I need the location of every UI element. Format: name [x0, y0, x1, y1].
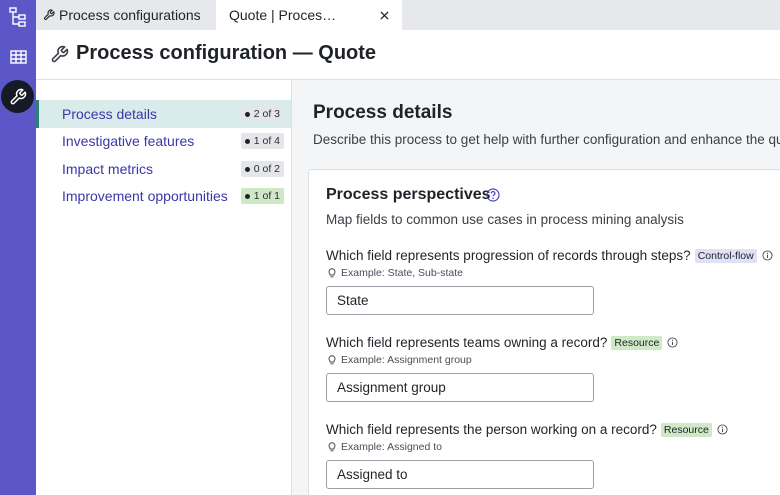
- tab-quote[interactable]: Quote | Process configuration: [216, 0, 402, 30]
- person-field-input[interactable]: [326, 460, 594, 489]
- question-example: Example: State, Sub-state: [328, 267, 463, 279]
- example-text: Example: State, Sub-state: [341, 267, 463, 279]
- app-rail: [0, 0, 36, 495]
- sidebar-item-label: Investigative features: [62, 133, 195, 149]
- tab-label: Process configurations: [59, 7, 201, 23]
- info-icon[interactable]: [667, 337, 678, 348]
- tab-bar: Process configurations Quote | Process c…: [36, 0, 780, 30]
- section-title: Process details: [313, 102, 453, 123]
- process-perspectives-card: Process perspectives Map fields to commo…: [308, 169, 780, 495]
- sidebar-item-improvement-opportunities[interactable]: Improvement opportunities 1 of 1: [36, 182, 291, 210]
- section-description: Describe this process to get help with f…: [313, 132, 780, 147]
- lightbulb-icon: [328, 268, 336, 278]
- page-header: Process configuration — Quote: [36, 30, 780, 80]
- question-label: Which field represents the person workin…: [326, 422, 657, 437]
- progress-badge: 1 of 4: [240, 133, 284, 149]
- lightbulb-icon: [328, 442, 336, 452]
- badge-text: 1 of 4: [253, 135, 280, 147]
- resource-tag: Resource: [611, 335, 663, 350]
- example-text: Example: Assigned to: [341, 441, 442, 453]
- config-sidebar: Process details 2 of 3 Investigative fea…: [36, 80, 292, 495]
- sidebar-item-label: Impact metrics: [62, 161, 154, 177]
- team-field-input[interactable]: [326, 373, 594, 402]
- process-map-button[interactable]: [0, 0, 36, 34]
- data-table-button[interactable]: [0, 40, 36, 74]
- sidebar-item-investigative-features[interactable]: Investigative features 1 of 4: [36, 127, 291, 155]
- wrench-icon: [50, 45, 69, 69]
- question-label: Which field represents teams owning a re…: [326, 335, 608, 350]
- progress-badge: 2 of 3: [240, 106, 284, 122]
- status-dot-icon: [244, 111, 250, 117]
- sidebar-item-impact-metrics[interactable]: Impact metrics 0 of 2: [36, 155, 291, 183]
- question-progression: Which field represents progression of re…: [326, 248, 773, 263]
- control-flow-tag: Control-flow: [694, 248, 757, 263]
- wrench-icon: [10, 88, 26, 104]
- configuration-button[interactable]: [1, 80, 34, 113]
- status-dot-icon: [244, 138, 250, 144]
- main-content: Process details Describe this process to…: [292, 80, 780, 495]
- badge-text: 1 of 1: [253, 190, 280, 202]
- question-example: Example: Assigned to: [328, 441, 442, 453]
- progress-badge: 0 of 2: [240, 161, 284, 177]
- question-label: Which field represents progression of re…: [326, 248, 691, 263]
- wrench-icon: [43, 9, 55, 21]
- card-description: Map fields to common use cases in proces…: [326, 212, 684, 227]
- example-text: Example: Assignment group: [341, 354, 472, 366]
- sidebar-item-label: Improvement opportunities: [62, 188, 228, 204]
- status-dot-icon: [244, 193, 250, 199]
- sidebar-item-process-details[interactable]: Process details 2 of 3: [36, 100, 291, 128]
- badge-text: 2 of 3: [253, 108, 280, 120]
- question-example: Example: Assignment group: [328, 354, 472, 366]
- table-icon: [9, 50, 27, 64]
- sidebar-item-label: Process details: [62, 106, 157, 122]
- lightbulb-icon: [328, 355, 336, 365]
- close-icon[interactable]: [378, 9, 390, 21]
- question-person: Which field represents the person workin…: [326, 422, 728, 437]
- question-teams: Which field represents teams owning a re…: [326, 335, 678, 350]
- badge-text: 0 of 2: [253, 163, 280, 175]
- tab-label: Quote | Process configuration: [229, 7, 341, 23]
- tab-process-configurations[interactable]: Process configurations: [36, 0, 216, 30]
- card-title: Process perspectives: [326, 186, 491, 203]
- info-icon[interactable]: [762, 250, 773, 261]
- page-title: Process configuration — Quote: [76, 42, 377, 64]
- info-icon[interactable]: [717, 424, 728, 435]
- progress-badge: 1 of 1: [240, 188, 284, 204]
- hierarchy-icon: [9, 7, 26, 27]
- status-dot-icon: [244, 166, 250, 172]
- progression-field-input[interactable]: [326, 286, 594, 315]
- help-icon[interactable]: [486, 188, 500, 207]
- resource-tag: Resource: [660, 422, 712, 437]
